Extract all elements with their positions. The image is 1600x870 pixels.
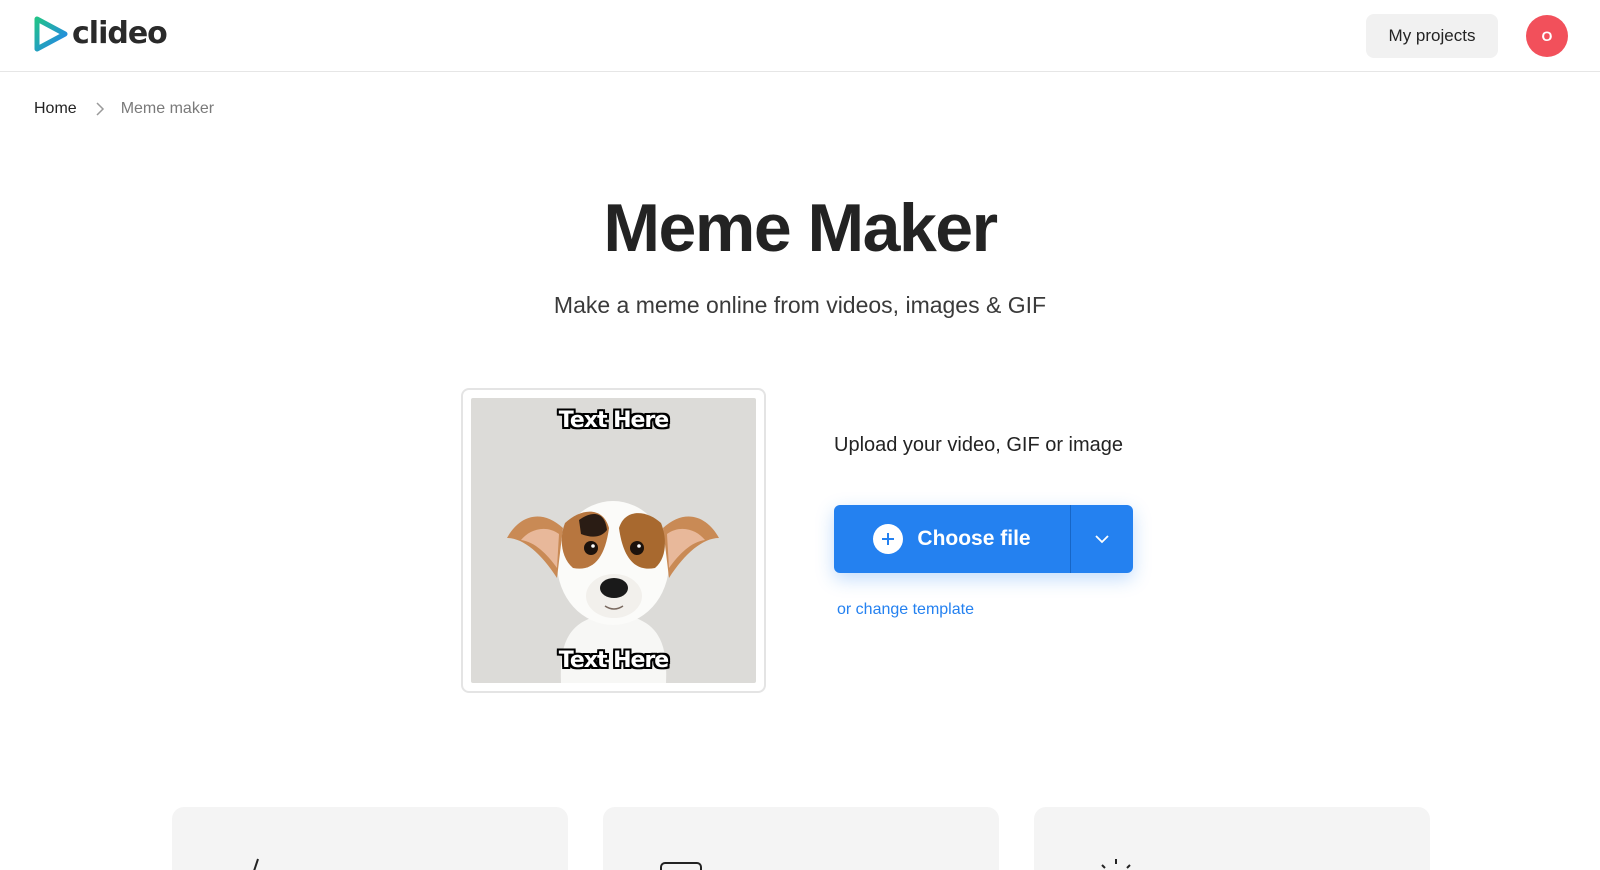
user-avatar[interactable]: O (1526, 15, 1568, 57)
meme-template-preview[interactable]: Text Here Text Here (461, 388, 766, 693)
feature-card (1034, 807, 1430, 870)
choose-file-label: Choose file (917, 527, 1031, 550)
breadcrumb: Home Meme maker (34, 100, 214, 118)
meme-top-text: Text Here (558, 408, 669, 433)
clideo-logo[interactable]: clideo (34, 16, 168, 52)
upload-options-dropdown[interactable] (1070, 505, 1133, 573)
logo-text: clideo (72, 16, 168, 51)
monitor-icon (660, 862, 702, 870)
chevron-right-icon (96, 102, 104, 116)
breadcrumb-home-link[interactable]: Home (34, 100, 77, 118)
page-subtitle: Make a meme online from videos, images &… (553, 292, 1047, 318)
meme-bottom-text: Text Here (558, 648, 669, 673)
choose-file-group: Choose file (834, 505, 1133, 573)
pen-icon (253, 858, 259, 870)
logo-play-icon (34, 16, 68, 52)
top-header: clideo My projects O (0, 0, 1600, 72)
plus-icon (873, 524, 904, 554)
my-projects-button[interactable]: My projects (1366, 14, 1498, 58)
feature-card (603, 807, 999, 870)
upload-label: Upload your video, GIF or image (834, 434, 1124, 456)
feature-card (172, 807, 568, 870)
meme-preview-image: Text Here Text Here (471, 398, 756, 683)
change-template-link[interactable]: or change template (837, 601, 974, 619)
chevron-down-icon (1095, 535, 1109, 544)
page-title: Meme Maker (603, 190, 998, 266)
breadcrumb-current: Meme maker (120, 100, 215, 117)
lightbulb-icon (1101, 859, 1131, 869)
choose-file-button[interactable]: Choose file (834, 505, 1070, 573)
